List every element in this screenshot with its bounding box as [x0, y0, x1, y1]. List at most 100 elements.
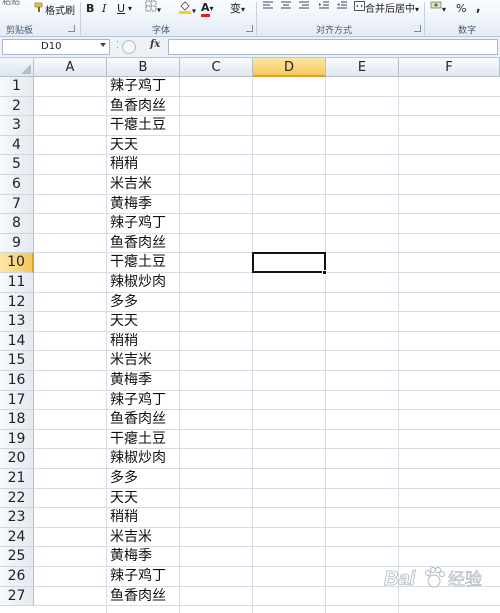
cell-B16[interactable]: 黄梅季	[108, 371, 180, 390]
insert-function-button[interactable]: fx	[150, 39, 160, 50]
cell-B17[interactable]: 辣子鸡丁	[108, 391, 180, 410]
ribbon-separator	[80, 2, 81, 35]
alignment-launcher-icon[interactable]	[414, 25, 421, 32]
row-header-23[interactable]: 23	[0, 508, 34, 528]
formula-bar-grip-icon[interactable]: ⁚	[116, 40, 119, 51]
row-header-14[interactable]: 14	[0, 331, 34, 352]
cell-B8[interactable]: 辣子鸡丁	[108, 214, 180, 233]
row-header-16[interactable]: 16	[0, 371, 34, 391]
row-header-13[interactable]: 13	[0, 312, 34, 332]
cell-B6[interactable]: 米吉米	[108, 175, 180, 194]
row-header-5[interactable]: 5	[0, 155, 34, 175]
grid-row-line	[34, 468, 500, 469]
select-all-button[interactable]	[0, 58, 34, 77]
row-header-6[interactable]: 6	[0, 175, 34, 195]
italic-button[interactable]: I	[102, 0, 106, 18]
row-header-26[interactable]: 26	[0, 567, 34, 587]
row-header-1[interactable]: 1	[0, 77, 34, 97]
row-header-20[interactable]: 20	[0, 449, 34, 469]
font-color-button[interactable]: A▾	[201, 0, 214, 18]
cell-B10[interactable]: 干瘪土豆	[108, 253, 180, 272]
row-header-25[interactable]: 25	[0, 547, 34, 567]
align-right-button[interactable]	[298, 0, 310, 18]
row-header-2[interactable]: 2	[0, 96, 34, 117]
row-header-10[interactable]: 10	[0, 253, 34, 273]
row-header-15[interactable]: 15	[0, 351, 34, 371]
row-header-27[interactable]: 27	[0, 586, 34, 607]
row-header-17[interactable]: 17	[0, 390, 34, 411]
pinyin-button[interactable]: 变▾	[230, 0, 245, 18]
cell-B14[interactable]: 稍稍	[108, 332, 180, 351]
paste-button-label[interactable]: 粘贴	[2, 0, 20, 11]
row-header-9[interactable]: 9	[0, 233, 34, 254]
name-box[interactable]: D10	[2, 39, 110, 55]
column-header-D[interactable]: D	[253, 58, 326, 77]
borders-dropdown-icon: ▾	[157, 5, 162, 15]
cell-B1[interactable]: 辣子鸡丁	[108, 77, 180, 96]
column-header-F[interactable]: F	[399, 58, 500, 77]
group-label-font: 字体	[152, 26, 171, 36]
cell-B22[interactable]: 天天	[108, 489, 180, 508]
underline-dropdown-icon[interactable]: ▾	[128, 0, 132, 18]
cell-B24[interactable]: 米吉米	[108, 528, 180, 547]
format-painter-button[interactable]: 格式刷	[34, 2, 75, 20]
cell-B23[interactable]: 稍稍	[108, 508, 180, 527]
comma-button[interactable]: ,	[476, 0, 481, 16]
row-header-12[interactable]: 12	[0, 292, 34, 313]
row-header-19[interactable]: 19	[0, 429, 34, 450]
merge-center-button[interactable]: 合并后居中▾	[354, 0, 419, 18]
increase-indent-button[interactable]	[336, 0, 348, 18]
cell-B7[interactable]: 黄梅季	[108, 195, 180, 214]
cell-B26[interactable]: 辣子鸡丁	[108, 567, 180, 586]
active-cell-D10[interactable]	[252, 252, 326, 273]
grid-row-line	[34, 134, 500, 136]
row-header-18[interactable]: 18	[0, 410, 34, 430]
row-header-4[interactable]: 4	[0, 135, 34, 156]
row-header-24[interactable]: 24	[0, 527, 34, 548]
percent-button[interactable]: %	[456, 0, 466, 18]
row-header-8[interactable]: 8	[0, 214, 34, 234]
bold-button[interactable]: B	[86, 0, 94, 18]
borders-button[interactable]: ▾	[145, 0, 161, 18]
formula-bar: D10 ⁚ fx	[0, 37, 500, 58]
cell-B13[interactable]: 天天	[108, 312, 180, 331]
row-header-22[interactable]: 22	[0, 488, 34, 509]
formula-input[interactable]	[168, 39, 498, 55]
decrease-indent-button[interactable]	[318, 0, 330, 18]
cell-B2[interactable]: 鱼香肉丝	[108, 97, 180, 116]
underline-button[interactable]: U	[117, 0, 125, 18]
cell-B3[interactable]: 干瘪土豆	[108, 116, 180, 135]
name-box-dropdown-icon[interactable]	[100, 43, 106, 47]
column-header-E[interactable]: E	[326, 58, 399, 77]
cell-B18[interactable]: 鱼香肉丝	[108, 410, 180, 429]
select-all-triangle-icon	[21, 64, 31, 74]
row-header-3[interactable]: 3	[0, 116, 34, 136]
column-header-B[interactable]: B	[107, 58, 180, 77]
cell-B4[interactable]: 天天	[108, 136, 180, 155]
row-header-7[interactable]: 7	[0, 194, 34, 215]
clipboard-launcher-icon[interactable]	[68, 25, 75, 32]
row-header-21[interactable]: 21	[0, 469, 34, 489]
cell-B25[interactable]: 黄梅季	[108, 547, 180, 566]
cell-B5[interactable]: 稍稍	[108, 155, 180, 174]
column-header-C[interactable]: C	[180, 58, 253, 77]
align-center-button[interactable]	[280, 0, 292, 18]
fill-color-button[interactable]: ▾	[178, 0, 196, 18]
align-right-icon	[298, 0, 310, 18]
currency-button[interactable]: ▾	[430, 0, 446, 18]
baidu-paw-icon	[425, 567, 445, 588]
cell-B12[interactable]: 多多	[108, 293, 180, 312]
cell-B19[interactable]: 干瘪土豆	[108, 430, 180, 449]
cell-B9[interactable]: 鱼香肉丝	[108, 234, 180, 253]
worksheet-grid[interactable]: ABCDEF 1 2 3 4 5 6 7 8 9 10 11 12 13 14 15 16 17 18 19 20 21…	[0, 58, 500, 613]
cell-B11[interactable]: 辣椒炒肉	[108, 273, 180, 292]
row-header-11[interactable]: 11	[0, 273, 34, 293]
column-header-A[interactable]: A	[34, 58, 107, 77]
font-launcher-icon[interactable]	[246, 25, 253, 32]
cell-B27[interactable]: 鱼香肉丝	[108, 587, 180, 606]
cell-B20[interactable]: 辣椒炒肉	[108, 449, 180, 468]
cell-B21[interactable]: 多多	[108, 469, 180, 488]
cell-B15[interactable]: 米吉米	[108, 351, 180, 370]
fill-handle[interactable]	[322, 270, 327, 275]
align-top-button[interactable]	[262, 0, 274, 18]
